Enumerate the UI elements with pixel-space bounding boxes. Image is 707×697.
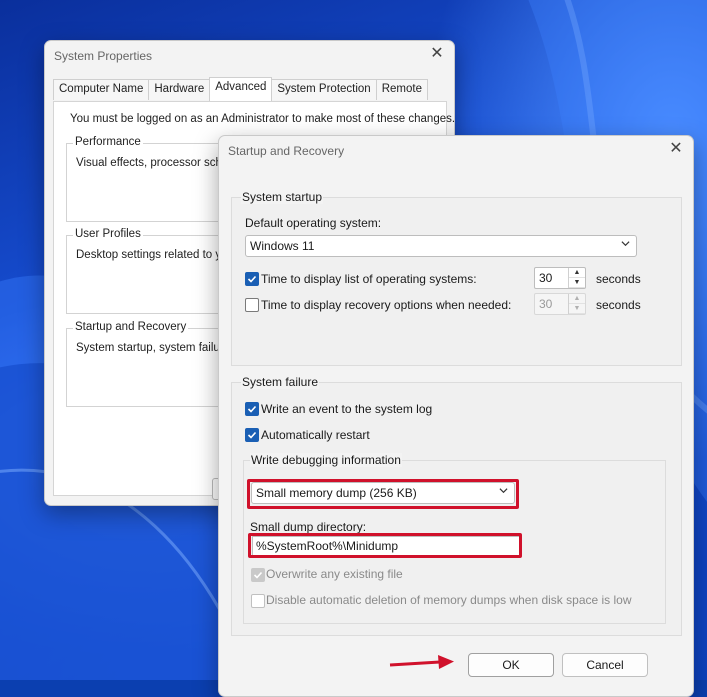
time-list-seconds: seconds <box>596 272 641 286</box>
disable-auto-delete-label: Disable automatic deletion of memory dum… <box>266 593 632 607</box>
performance-title: Performance <box>73 136 143 148</box>
startup-recovery-titlebar: Startup and Recovery ✕ <box>219 136 693 166</box>
debug-type-highlight <box>247 479 519 509</box>
time-list-label: Time to display list of operating system… <box>261 272 477 286</box>
tab-advanced[interactable]: Advanced <box>209 77 273 102</box>
tab-hardware[interactable]: Hardware <box>148 79 211 100</box>
time-list-value: 30 <box>539 271 553 285</box>
window-title: System Properties <box>54 49 153 63</box>
tab-computer-name[interactable]: Computer Name <box>53 79 150 100</box>
time-recovery-label: Time to display recovery options when ne… <box>261 298 512 312</box>
cancel-button[interactable]: Cancel <box>562 653 648 677</box>
startup-recovery-dialog: Startup and Recovery ✕ System startup De… <box>218 135 694 697</box>
time-recovery-spinner: 30 ▲ ▼ <box>534 293 586 315</box>
time-recovery-checkbox[interactable] <box>245 298 259 312</box>
checkmark-icon <box>247 431 257 439</box>
system-properties-titlebar: System Properties ✕ <box>45 41 454 71</box>
tab-remote[interactable]: Remote <box>375 79 428 100</box>
system-failure-title: System failure <box>241 375 320 389</box>
default-os-label: Default operating system: <box>245 216 382 230</box>
disable-auto-delete-checkbox <box>251 594 265 608</box>
overwrite-checkbox <box>251 568 265 582</box>
debug-info-title: Write debugging information <box>250 453 402 467</box>
spin-up-icon[interactable]: ▲ <box>569 268 585 278</box>
time-list-spinner[interactable]: 30 ▲ ▼ <box>534 267 586 289</box>
chevron-down-icon <box>621 241 630 247</box>
default-os-value: Windows 11 <box>250 239 315 253</box>
dialog-title: Startup and Recovery <box>228 144 345 158</box>
write-event-label: Write an event to the system log <box>261 402 433 416</box>
performance-desc: Visual effects, processor sched <box>76 157 235 169</box>
time-recovery-seconds: seconds <box>596 298 641 312</box>
spin-down-icon[interactable]: ▼ <box>569 278 585 288</box>
auto-restart-label: Automatically restart <box>261 428 370 442</box>
checkmark-icon <box>247 275 257 283</box>
dump-dir-highlight <box>248 533 522 558</box>
time-recovery-value: 30 <box>539 297 553 311</box>
close-icon[interactable]: ✕ <box>430 46 444 62</box>
spin-up-icon: ▲ <box>569 294 585 304</box>
overwrite-label: Overwrite any existing file <box>266 567 403 581</box>
time-list-checkbox[interactable] <box>245 272 259 286</box>
checkmark-icon <box>247 405 257 413</box>
tab-system-protection[interactable]: System Protection <box>271 79 377 100</box>
default-os-select[interactable]: Windows 11 <box>245 235 637 257</box>
arrow-annotation-icon <box>389 655 454 669</box>
startup-recovery-desc: System startup, system failure, <box>76 342 234 354</box>
close-icon[interactable]: ✕ <box>669 141 683 157</box>
ok-button[interactable]: OK <box>468 653 554 677</box>
startup-recovery-title: Startup and Recovery <box>73 321 189 333</box>
dump-dir-label: Small dump directory: <box>250 520 367 534</box>
user-profiles-desc: Desktop settings related to you <box>76 249 234 261</box>
admin-note: You must be logged on as an Administrato… <box>70 113 456 125</box>
write-event-checkbox[interactable] <box>245 402 259 416</box>
user-profiles-title: User Profiles <box>73 228 143 240</box>
spin-down-icon: ▼ <box>569 304 585 314</box>
checkmark-icon <box>253 571 263 579</box>
system-startup-title: System startup <box>241 190 324 204</box>
auto-restart-checkbox[interactable] <box>245 428 259 442</box>
